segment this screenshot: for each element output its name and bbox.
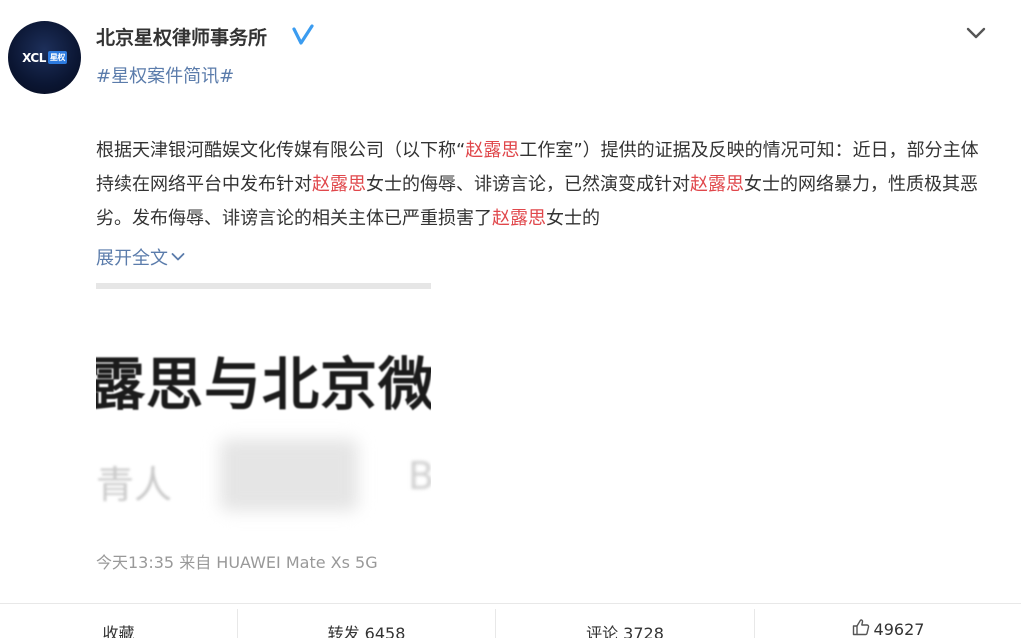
mention-link[interactable]: 赵露思 bbox=[465, 140, 519, 161]
like-button[interactable]: 49627 bbox=[755, 604, 1021, 638]
repost-button[interactable]: 转发 6458 bbox=[238, 604, 495, 638]
favorite-label: 收藏 bbox=[102, 624, 135, 638]
comment-button[interactable]: 评论 3728 bbox=[496, 604, 754, 638]
chevron-down-icon bbox=[171, 253, 185, 261]
favorite-button[interactable]: 收藏 bbox=[0, 604, 237, 638]
image-title-text: 露思与北京微 bbox=[96, 352, 431, 418]
chevron-down-icon[interactable] bbox=[966, 26, 986, 40]
post-text: 根据天津银河酷娱文化传媒有限公司（以下称“赵露思工作室”）提供的证据及反映的情况… bbox=[96, 134, 988, 236]
like-count: 49627 bbox=[873, 620, 925, 638]
mention-link[interactable]: 赵露思 bbox=[312, 174, 366, 195]
verified-icon bbox=[292, 24, 314, 45]
action-bar: 收藏 转发 6458 评论 3728 49627 bbox=[0, 603, 1021, 638]
account-name[interactable]: 北京星权律师事务所 bbox=[96, 23, 267, 50]
avatar-logo: XCL 星权 bbox=[18, 49, 72, 67]
mention-link[interactable]: 赵露思 bbox=[690, 174, 744, 195]
topic-link[interactable]: #星权案件简讯# bbox=[96, 62, 234, 88]
mention-link[interactable]: 赵露思 bbox=[492, 208, 546, 229]
avatar-logo-text: XCL bbox=[22, 50, 46, 65]
repost-label: 转发 6458 bbox=[327, 624, 406, 638]
expand-label: 展开全文 bbox=[96, 248, 168, 269]
avatar[interactable]: XCL 星权 bbox=[8, 21, 81, 94]
post-text-part: 女士的 bbox=[546, 208, 600, 229]
expand-full-text-link[interactable]: 展开全文 bbox=[96, 244, 185, 270]
post-image[interactable]: 露思与北京微 青人 B bbox=[96, 283, 431, 532]
image-sub-text-right: B bbox=[408, 454, 431, 498]
comment-label: 评论 3728 bbox=[586, 624, 664, 638]
post-text-part: 女士的侮辱、诽谤言论，已然演变成针对 bbox=[366, 174, 690, 195]
thumbs-up-icon bbox=[852, 619, 869, 636]
post-meta: 今天13:35 来自 HUAWEI Mate Xs 5G bbox=[96, 553, 378, 572]
image-sub-text: 青人 bbox=[96, 463, 173, 507]
post-text-part: 根据天津银河酷娱文化传媒有限公司（以下称“ bbox=[96, 140, 466, 161]
image-blurred-region bbox=[220, 439, 358, 511]
avatar-logo-badge: 星权 bbox=[47, 51, 67, 64]
